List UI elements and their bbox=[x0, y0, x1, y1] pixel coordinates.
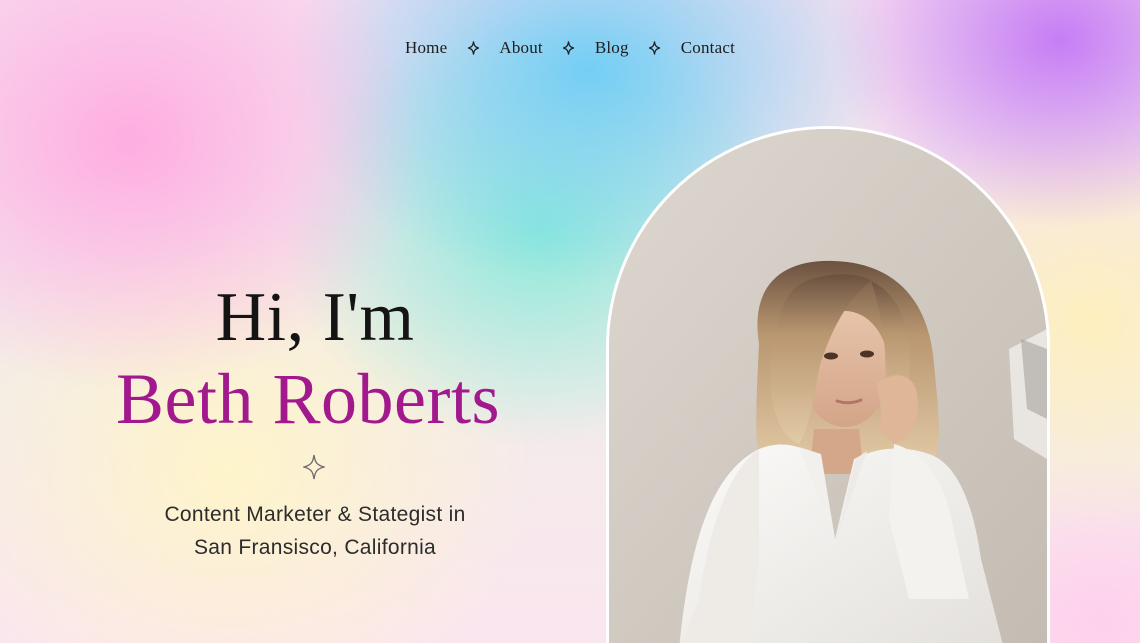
hero-subtitle: Content Marketer & Stategist in San Fran… bbox=[0, 498, 630, 564]
nav-about-link[interactable]: About bbox=[499, 38, 543, 58]
hero-name: Beth Roberts bbox=[116, 359, 500, 439]
nav-contact-link[interactable]: Contact bbox=[681, 38, 735, 58]
four-point-star-icon bbox=[629, 41, 681, 55]
profile-photo-frame bbox=[606, 126, 1050, 643]
hero-greeting: Hi, I'm bbox=[215, 279, 415, 356]
four-point-star-icon bbox=[447, 41, 499, 55]
four-point-star-icon bbox=[301, 454, 327, 480]
profile-photo bbox=[609, 129, 1047, 643]
nav-home-link[interactable]: Home bbox=[405, 38, 447, 58]
four-point-star-icon bbox=[543, 41, 595, 55]
subtitle-line-2: San Fransisco, California bbox=[193, 536, 437, 559]
subtitle-line-1: Content Marketer & Stategist in bbox=[164, 503, 466, 526]
nav-blog-link[interactable]: Blog bbox=[595, 38, 629, 58]
main-nav: Home About Blog Contact bbox=[0, 38, 1140, 58]
